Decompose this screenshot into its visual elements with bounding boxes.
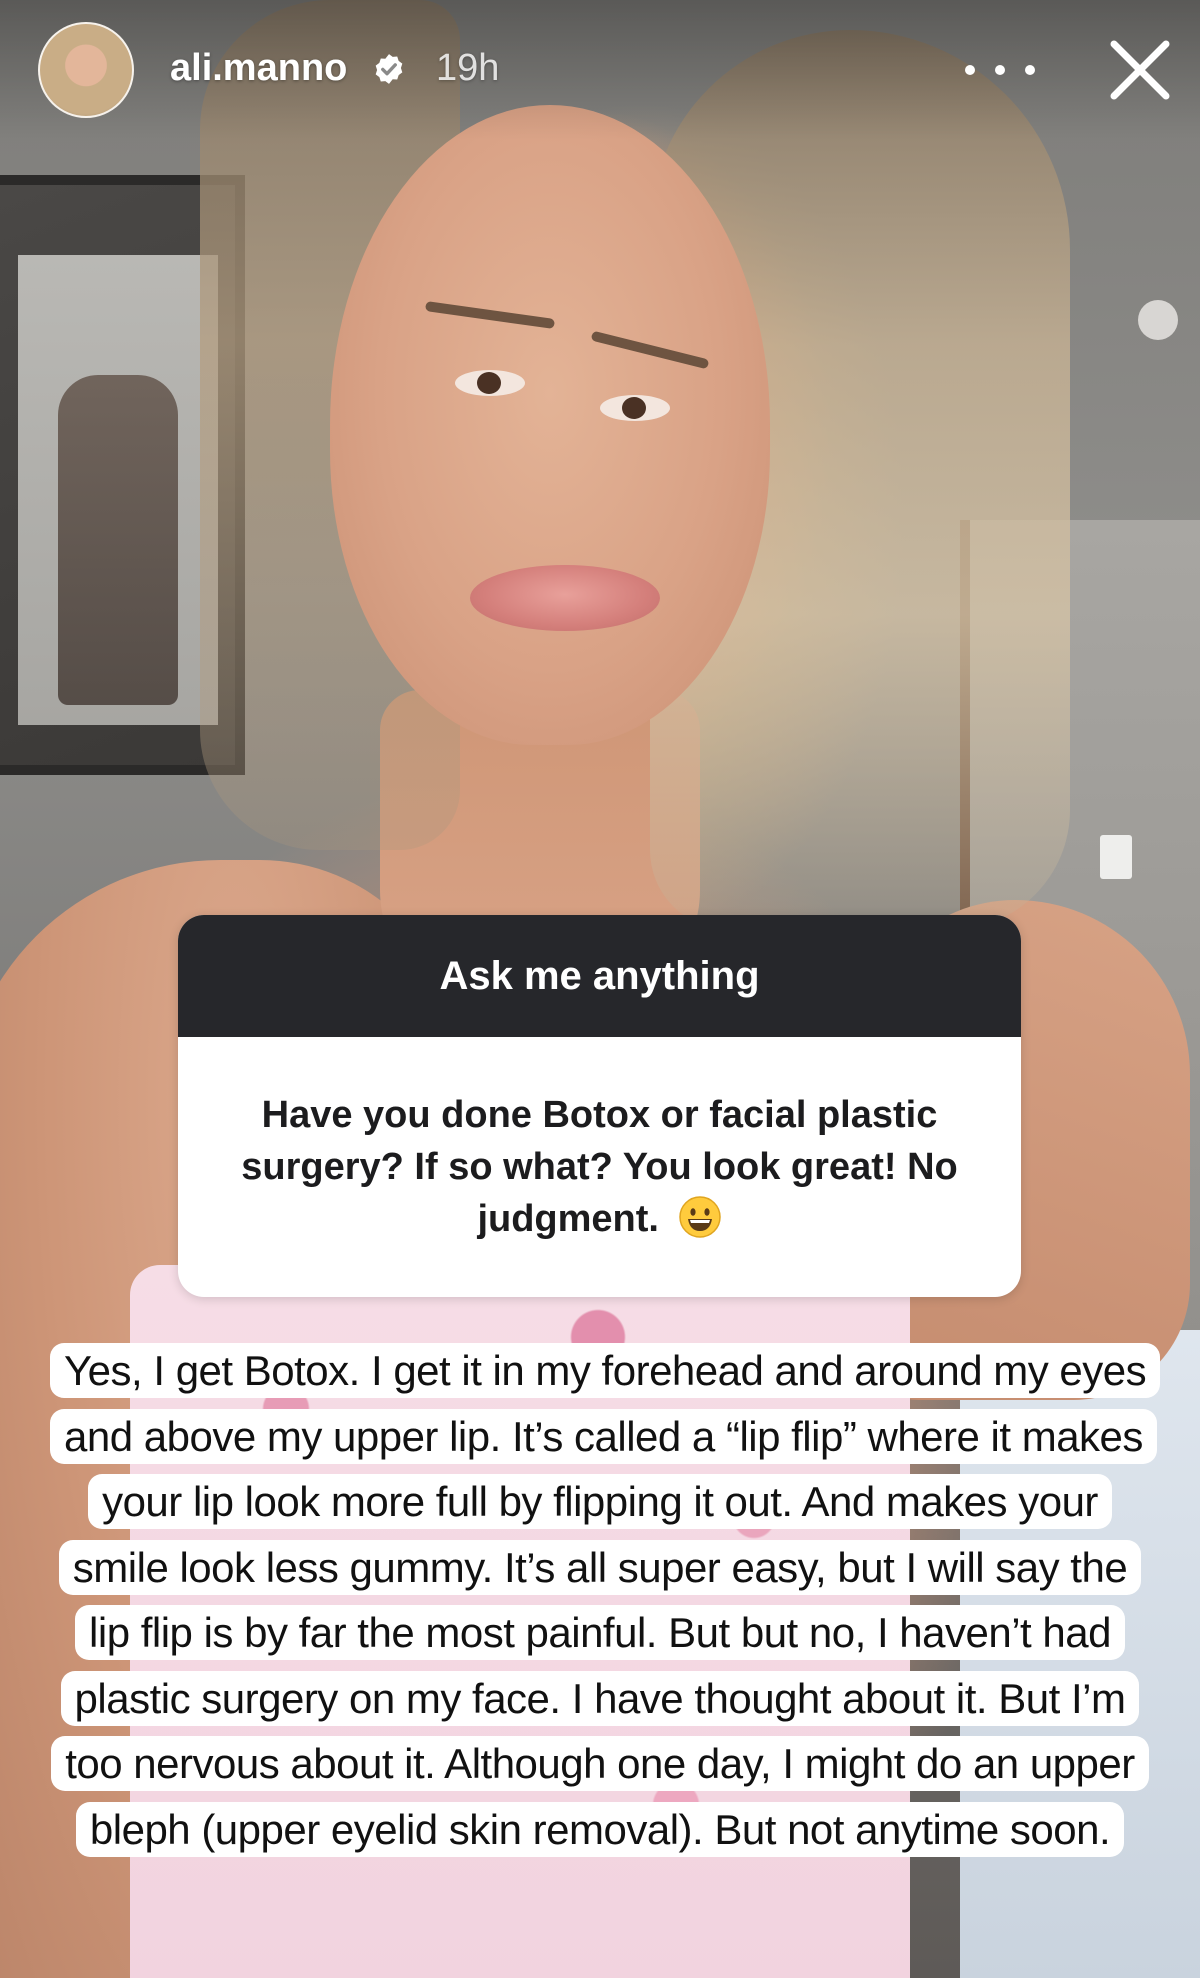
eyebrow-left	[424, 301, 556, 329]
close-icon[interactable]	[1100, 30, 1180, 110]
username[interactable]: ali.manno	[170, 45, 347, 91]
grinning-face-emoji	[678, 1196, 721, 1238]
question-sticker-header: Ask me anything	[178, 915, 1021, 1037]
answer-text: Yes, I get Botox. I get it in my forehea…	[50, 1343, 1161, 1857]
post-timestamp: 19h	[436, 47, 500, 89]
eyebrow-right	[590, 330, 710, 370]
question-sticker: Ask me anything Have you done Botox or f…	[178, 915, 1021, 1297]
more-dot	[1025, 65, 1035, 75]
subject-face	[330, 105, 770, 745]
question-sticker-body: Have you done Botox or facial plastic su…	[178, 1037, 1021, 1297]
verified-badge-icon	[375, 54, 403, 84]
lips	[470, 565, 660, 631]
more-dot	[995, 65, 1005, 75]
more-dot	[965, 65, 975, 75]
light-switch	[1100, 835, 1132, 879]
answer-text-block: Yes, I get Botox. I get it in my forehea…	[50, 1338, 1161, 1862]
more-options-icon[interactable]	[965, 50, 1035, 90]
artwork-figure	[58, 375, 178, 705]
artwork-canvas	[18, 255, 218, 725]
eye-left	[455, 370, 525, 396]
eye-right	[600, 395, 670, 421]
profile-avatar[interactable]	[38, 22, 134, 118]
wall-fixture	[1138, 300, 1178, 340]
story-header: ali.manno 19h	[0, 0, 1200, 140]
question-text: Have you done Botox or facial plastic su…	[241, 1094, 958, 1240]
